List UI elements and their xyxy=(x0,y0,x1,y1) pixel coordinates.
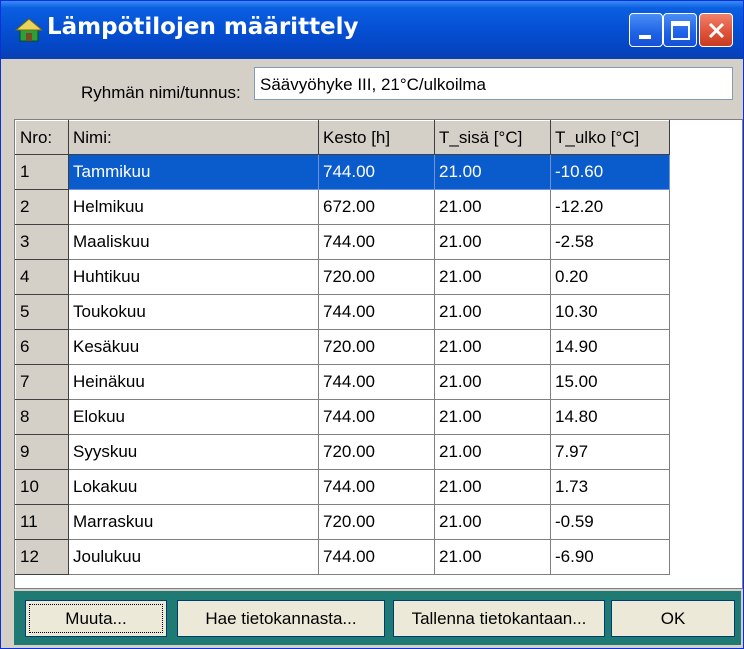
indoor-temp-cell[interactable]: 21.00 xyxy=(434,539,551,575)
month-name-cell[interactable]: Tammikuu xyxy=(68,154,319,190)
row-number[interactable]: 6 xyxy=(15,329,69,365)
row-number[interactable]: 2 xyxy=(15,189,69,225)
column-header-nro[interactable]: Nro: xyxy=(15,120,69,155)
minimize-icon xyxy=(639,35,651,39)
outdoor-temp-cell[interactable]: -12.20 xyxy=(550,189,670,225)
duration-cell[interactable]: 744.00 xyxy=(318,294,435,330)
outdoor-temp-cell[interactable]: -2.58 xyxy=(550,224,670,260)
minimize-button[interactable] xyxy=(629,13,663,47)
table-row[interactable]: 8 Elokuu 744.00 21.00 14.80 xyxy=(15,399,670,435)
month-name-cell[interactable]: Marraskuu xyxy=(68,504,319,540)
column-header-nimi[interactable]: Nimi: xyxy=(68,120,319,155)
month-name-cell[interactable]: Joulukuu xyxy=(68,539,319,575)
duration-cell[interactable]: 744.00 xyxy=(318,154,435,190)
temperature-grid[interactable]: Nro: Nimi: Kesto [h] T_sisä [°C] T_ulko … xyxy=(14,119,743,589)
outdoor-temp-cell[interactable]: -6.90 xyxy=(550,539,670,575)
month-name-cell[interactable]: Toukokuu xyxy=(68,294,319,330)
table-row[interactable]: 12 Joulukuu 744.00 21.00 -6.90 xyxy=(15,539,670,575)
duration-cell[interactable]: 744.00 xyxy=(318,539,435,575)
row-number[interactable]: 4 xyxy=(15,259,69,295)
indoor-temp-cell[interactable]: 21.00 xyxy=(434,259,551,295)
ok-button[interactable]: OK xyxy=(611,600,735,637)
outdoor-temp-cell[interactable]: 14.80 xyxy=(550,399,670,435)
month-name-cell[interactable]: Syyskuu xyxy=(68,434,319,470)
table-body: 1 Tammikuu 744.00 21.00 -10.60 2 Helmikuu 672.0… xyxy=(15,154,670,575)
table-row[interactable]: 6 Kesäkuu 720.00 21.00 14.90 xyxy=(15,329,670,365)
indoor-temp-cell[interactable]: 21.00 xyxy=(434,399,551,435)
table-row[interactable]: 7 Heinäkuu 744.00 21.00 15.00 xyxy=(15,364,670,400)
table-row[interactable]: 3 Maaliskuu 744.00 21.00 -2.58 xyxy=(15,224,670,260)
indoor-temp-cell[interactable]: 21.00 xyxy=(434,189,551,225)
close-icon xyxy=(708,22,725,39)
table-row[interactable]: 5 Toukokuu 744.00 21.00 10.30 xyxy=(15,294,670,330)
table-row[interactable]: 11 Marraskuu 720.00 21.00 -0.59 xyxy=(15,504,670,540)
indoor-temp-cell[interactable]: 21.00 xyxy=(434,154,551,190)
outdoor-temp-cell[interactable]: 10.30 xyxy=(550,294,670,330)
header-row: Nro: Nimi: Kesto [h] T_sisä [°C] T_ulko … xyxy=(15,120,670,155)
indoor-temp-cell[interactable]: 21.00 xyxy=(434,294,551,330)
edit-button[interactable]: Muuta... xyxy=(25,600,167,637)
table-row[interactable]: 4 Huhtikuu 720.00 21.00 0.20 xyxy=(15,259,670,295)
duration-cell[interactable]: 744.00 xyxy=(318,469,435,505)
month-name-cell[interactable]: Maaliskuu xyxy=(68,224,319,260)
table-row[interactable]: 1 Tammikuu 744.00 21.00 -10.60 xyxy=(15,154,670,190)
column-header-t-ulko[interactable]: T_ulko [°C] xyxy=(550,120,670,155)
indoor-temp-cell[interactable]: 21.00 xyxy=(434,224,551,260)
table-row[interactable]: 2 Helmikuu 672.00 21.00 -12.20 xyxy=(15,189,670,225)
outdoor-temp-cell[interactable]: 7.97 xyxy=(550,434,670,470)
fetch-from-database-button[interactable]: Hae tietokannasta... xyxy=(177,600,385,637)
save-to-database-button[interactable]: Tallenna tietokantaan... xyxy=(393,600,605,637)
month-name-cell[interactable]: Heinäkuu xyxy=(68,364,319,400)
table-row[interactable]: 9 Syyskuu 720.00 21.00 7.97 xyxy=(15,434,670,470)
row-number[interactable]: 11 xyxy=(15,504,69,540)
duration-cell[interactable]: 744.00 xyxy=(318,364,435,400)
row-number[interactable]: 7 xyxy=(15,364,69,400)
indoor-temp-cell[interactable]: 21.00 xyxy=(434,434,551,470)
group-name-label: Ryhmän nimi/tunnus: xyxy=(81,83,241,102)
row-number[interactable]: 9 xyxy=(15,434,69,470)
dialog-window: Lämpötilojen määrittely Ryhmän nimi/tunn… xyxy=(0,0,744,649)
outdoor-temp-cell[interactable]: 1.73 xyxy=(550,469,670,505)
column-header-kesto[interactable]: Kesto [h] xyxy=(318,120,435,155)
duration-cell[interactable]: 720.00 xyxy=(318,259,435,295)
indoor-temp-cell[interactable]: 21.00 xyxy=(434,364,551,400)
month-name-cell[interactable]: Lokakuu xyxy=(68,469,319,505)
outdoor-temp-cell[interactable]: 15.00 xyxy=(550,364,670,400)
window-title: Lämpötilojen määrittely xyxy=(47,14,359,40)
row-number[interactable]: 12 xyxy=(15,539,69,575)
duration-cell[interactable]: 744.00 xyxy=(318,224,435,260)
row-number[interactable]: 1 xyxy=(15,154,69,190)
button-bar: Muuta... Hae tietokannasta... Tallenna t… xyxy=(14,591,741,645)
house-icon xyxy=(15,18,43,42)
table-row[interactable]: 10 Lokakuu 744.00 21.00 1.73 xyxy=(15,469,670,505)
outdoor-temp-cell[interactable]: -0.59 xyxy=(550,504,670,540)
duration-cell[interactable]: 720.00 xyxy=(318,434,435,470)
close-button[interactable] xyxy=(699,13,733,47)
title-bar[interactable]: Lämpötilojen määrittely xyxy=(1,1,743,59)
outdoor-temp-cell[interactable]: 0.20 xyxy=(550,259,670,295)
duration-cell[interactable]: 744.00 xyxy=(318,399,435,435)
duration-cell[interactable]: 672.00 xyxy=(318,189,435,225)
indoor-temp-cell[interactable]: 21.00 xyxy=(434,329,551,365)
maximize-button[interactable] xyxy=(663,13,697,47)
outdoor-temp-cell[interactable]: -10.60 xyxy=(550,154,670,190)
row-number[interactable]: 8 xyxy=(15,399,69,435)
row-number[interactable]: 10 xyxy=(15,469,69,505)
duration-cell[interactable]: 720.00 xyxy=(318,329,435,365)
group-name-input[interactable] xyxy=(254,67,733,100)
month-name-cell[interactable]: Helmikuu xyxy=(68,189,319,225)
duration-cell[interactable]: 720.00 xyxy=(318,504,435,540)
indoor-temp-cell[interactable]: 21.00 xyxy=(434,504,551,540)
column-header-t-sisa[interactable]: T_sisä [°C] xyxy=(434,120,551,155)
month-name-cell[interactable]: Elokuu xyxy=(68,399,319,435)
month-name-cell[interactable]: Huhtikuu xyxy=(68,259,319,295)
month-name-cell[interactable]: Kesäkuu xyxy=(68,329,319,365)
maximize-icon xyxy=(671,21,690,40)
indoor-temp-cell[interactable]: 21.00 xyxy=(434,469,551,505)
temperature-table: Nro: Nimi: Kesto [h] T_sisä [°C] T_ulko … xyxy=(15,120,670,575)
row-number[interactable]: 5 xyxy=(15,294,69,330)
row-number[interactable]: 3 xyxy=(15,224,69,260)
outdoor-temp-cell[interactable]: 14.90 xyxy=(550,329,670,365)
